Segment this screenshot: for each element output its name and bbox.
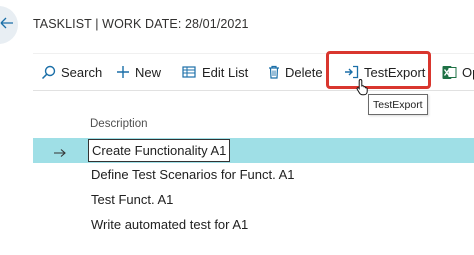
search-label: Search: [61, 64, 103, 80]
arrow-left-icon: [0, 16, 14, 34]
new-button[interactable]: New: [116, 54, 161, 90]
row-arrow-icon: [53, 145, 67, 163]
open-in-excel-button[interactable]: Op: [442, 54, 474, 90]
excel-icon: [442, 65, 457, 80]
table-row[interactable]: Create Functionality A1: [33, 138, 474, 163]
delete-label: Delete: [285, 64, 323, 80]
edit-list-icon: [182, 65, 197, 79]
table-cell-description[interactable]: Write automated test for A1: [91, 217, 248, 232]
edit-list-label: Edit List: [202, 64, 249, 80]
edit-list-button[interactable]: Edit List: [182, 54, 248, 90]
table-cell-description[interactable]: Define Test Scenarios for Funct. A1: [91, 167, 295, 182]
table-row[interactable]: Define Test Scenarios for Funct. A1: [33, 163, 474, 188]
delete-button[interactable]: Delete: [268, 54, 323, 90]
table-cell-description[interactable]: Test Funct. A1: [91, 192, 173, 207]
table-row[interactable]: Test Funct. A1: [33, 188, 474, 213]
column-header-description[interactable]: Description: [90, 118, 148, 130]
highlight-annotation: [326, 51, 431, 89]
back-button[interactable]: [0, 6, 18, 44]
open-in-excel-label: Op: [462, 64, 474, 80]
trash-icon: [268, 65, 280, 79]
new-label: New: [135, 64, 162, 80]
page-title: TASKLIST | WORK DATE: 28/01/2021: [33, 17, 249, 31]
table-cell-description[interactable]: Create Functionality A1: [88, 139, 231, 162]
search-icon: [41, 65, 56, 80]
tooltip: TestExport: [368, 94, 428, 115]
table-row[interactable]: Write automated test for A1: [33, 213, 474, 238]
search-button[interactable]: Search: [41, 54, 102, 90]
plus-icon: [116, 65, 130, 79]
